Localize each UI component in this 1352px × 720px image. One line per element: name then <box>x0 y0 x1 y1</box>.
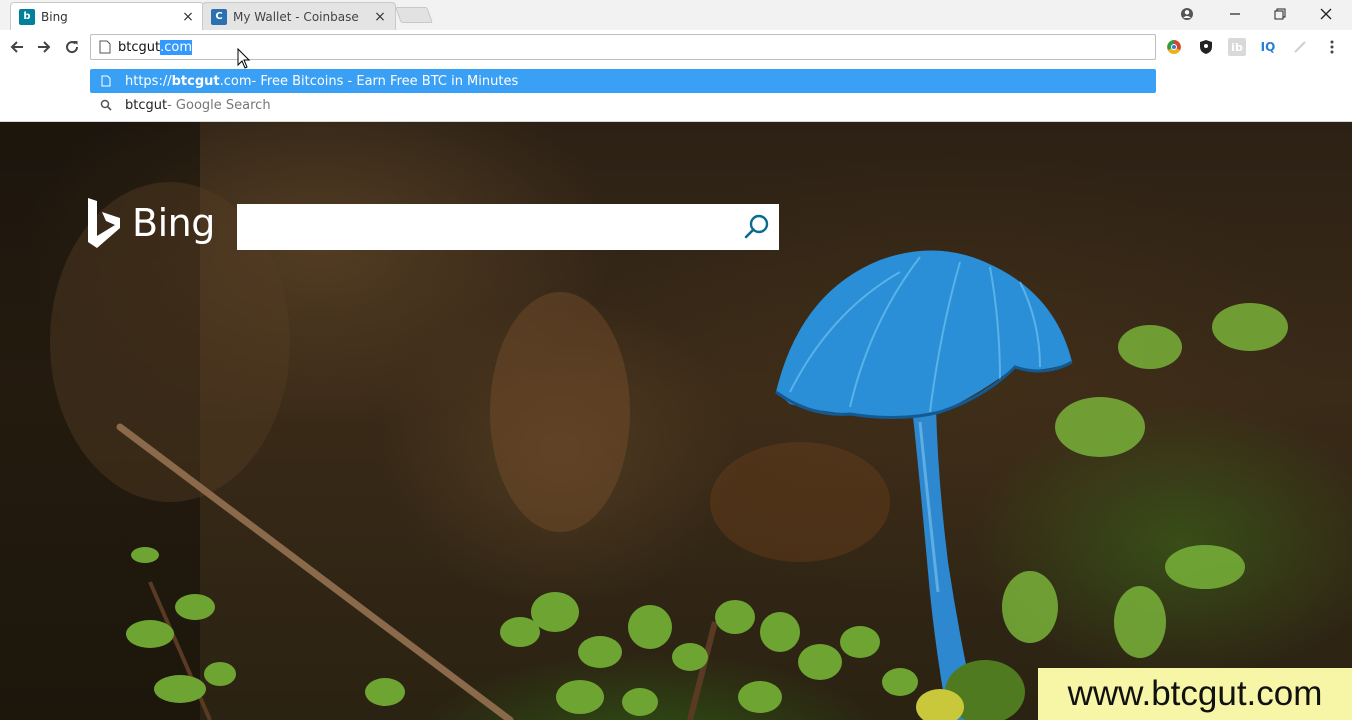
close-window-button[interactable] <box>1303 0 1349 28</box>
tab-title: My Wallet - Coinbase <box>233 9 359 24</box>
bing-logo[interactable]: Bing <box>86 198 215 248</box>
tab-coinbase[interactable]: C My Wallet - Coinbase × <box>202 2 396 30</box>
bing-favicon-icon: b <box>19 8 35 25</box>
back-button[interactable] <box>5 35 29 59</box>
bing-search-input[interactable] <box>237 204 727 248</box>
page-icon <box>99 40 111 54</box>
address-autocomplete-selection: .com <box>160 39 192 55</box>
close-icon[interactable]: × <box>181 10 195 24</box>
address-typed-text: btcgut <box>118 39 161 55</box>
suggestion-rest: .com <box>219 73 252 89</box>
forward-button[interactable] <box>32 35 56 59</box>
bing-search-box <box>237 204 779 250</box>
bing-b-icon <box>88 198 120 248</box>
arrow-right-icon <box>38 41 51 53</box>
reload-icon <box>66 41 79 54</box>
bing-search-button[interactable] <box>743 213 771 241</box>
new-tab-button[interactable] <box>395 7 433 23</box>
wand-icon[interactable] <box>1291 38 1309 56</box>
iq-extension-button[interactable]: IQ <box>1259 38 1277 56</box>
browser-toolbar: btcgut .com ib IQ <box>0 30 1352 64</box>
search-icon <box>744 214 769 239</box>
suggestion-description: - Free Bitcoins - Earn Free BTC in Minut… <box>251 73 519 89</box>
watermark-banner: www.btcgut.com <box>1038 668 1352 720</box>
suggestion-btcgut-url[interactable]: https://btcgut .com - Free Bitcoins - Ear… <box>90 69 1156 93</box>
tab-strip: b Bing × C My Wallet - Coinbase × <box>0 0 1352 30</box>
suggestion-google-search[interactable]: btcgut - Google Search <box>90 93 1156 117</box>
coinbase-favicon-icon: C <box>211 8 227 25</box>
suggestion-query: btcgut <box>125 97 168 113</box>
mouse-cursor-icon <box>237 48 251 69</box>
tab-bing[interactable]: b Bing × <box>10 2 204 30</box>
close-icon[interactable]: × <box>373 10 387 24</box>
tab-title: Bing <box>41 9 68 24</box>
suggestion-description: - Google Search <box>167 97 271 113</box>
shield-icon[interactable] <box>1197 38 1215 56</box>
minimize-button[interactable] <box>1212 0 1258 28</box>
ib-extension-button[interactable]: ib <box>1228 38 1246 56</box>
omnibox-dropdown: https://btcgut .com - Free Bitcoins - Ear… <box>0 64 1352 122</box>
page-icon <box>98 75 114 87</box>
suggestion-bold: btcgut <box>171 73 220 89</box>
bing-homepage: Bing www.btcgut.com <box>0 122 1352 720</box>
menu-icon[interactable] <box>1323 38 1341 56</box>
search-icon <box>98 99 114 111</box>
bing-wordmark: Bing <box>132 201 215 245</box>
reload-button[interactable] <box>60 35 84 59</box>
suggestion-prefix: https:// <box>125 73 172 89</box>
chrome-icon[interactable] <box>1165 38 1183 56</box>
arrow-left-icon <box>10 41 23 53</box>
restore-button[interactable] <box>1257 0 1303 28</box>
profile-icon[interactable] <box>1164 0 1210 28</box>
